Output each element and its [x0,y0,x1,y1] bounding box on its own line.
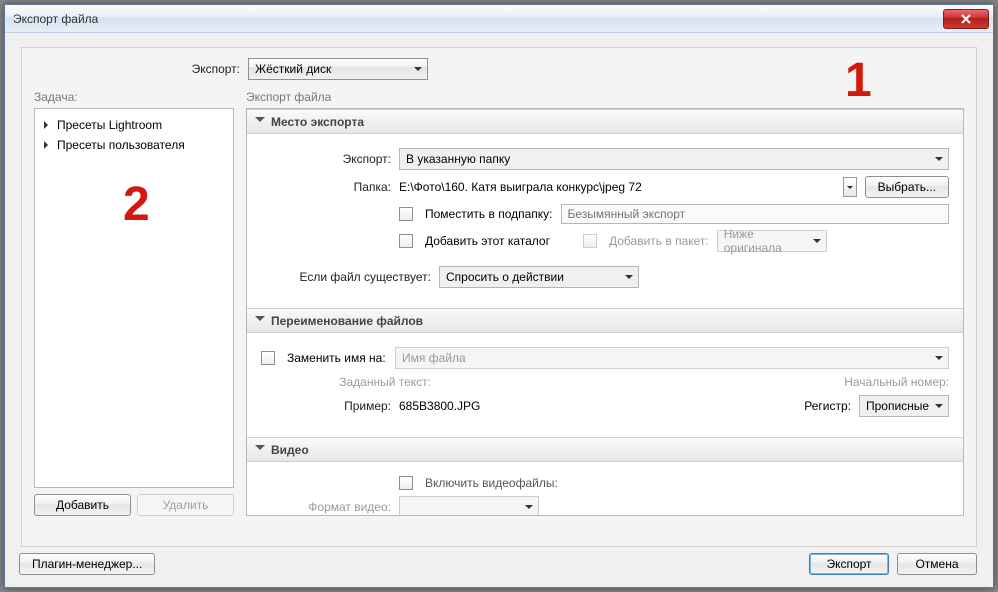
subfolder-input[interactable] [561,204,949,224]
chevron-down-icon [255,441,265,458]
preset-item-lightroom[interactable]: Пресеты Lightroom [39,115,229,135]
add-catalog-checkbox[interactable] [399,234,413,248]
title-bar: Экспорт файла [5,5,993,33]
section-video-header[interactable]: Видео [247,437,963,462]
video-format-label: Формат видео: [261,500,391,514]
window-title: Экспорт файла [13,12,943,26]
export-target-label: Экспорт: [34,62,240,76]
section-rename-body: Заменить имя на: Имя файла Заданный текс… [247,333,963,437]
cancel-button[interactable]: Отмена [897,553,977,575]
plugin-manager-button[interactable]: Плагин-менеджер... [19,553,155,575]
settings-scroll-area[interactable]: Место экспорта Экспорт: В указанную папк… [246,108,964,516]
remove-preset-button: Удалить [137,494,234,516]
export-dialog: Экспорт файла Экспорт: Жёсткий диск Зада… [4,4,994,588]
inner-frame: Экспорт: Жёсткий диск Задача: Пресеты Li… [21,47,977,547]
custom-text-label: Заданный текст: [261,375,431,389]
include-video-checkbox[interactable] [399,476,413,490]
existing-file-value: Спросить о действии [446,270,564,284]
rename-label: Заменить имя на: [287,351,387,365]
section-video-title: Видео [271,443,309,457]
rename-template-value: Имя файла [402,351,466,365]
export-target-row: Экспорт: Жёсткий диск [34,58,964,80]
chevron-down-icon [255,312,265,329]
case-dropdown[interactable]: Прописные [859,395,949,417]
dialog-content: Экспорт: Жёсткий диск Задача: Пресеты Li… [5,33,993,587]
export-target-value: Жёсткий диск [255,62,331,76]
section-location-header[interactable]: Место экспорта [247,109,963,134]
annotation-number-2: 2 [123,177,150,232]
export-target-dropdown[interactable]: Жёсткий диск [248,58,428,80]
chevron-down-icon [255,113,265,130]
preset-item-user[interactable]: Пресеты пользователя [39,135,229,155]
section-location-title: Место экспорта [271,115,364,129]
folder-history-dropdown[interactable] [843,177,857,197]
add-preset-button[interactable]: Добавить [34,494,131,516]
subfolder-label: Поместить в подпапку: [425,207,553,221]
stack-position-value: Ниже оригинала [724,227,808,255]
folder-path: E:\Фото\160. Катя выиграла конкурс\jpeg … [399,180,835,194]
case-value: Прописные [866,399,929,413]
add-catalog-label: Добавить этот каталог [425,234,575,248]
existing-file-label: Если файл существует: [261,270,431,284]
subfolder-checkbox[interactable] [399,207,413,221]
example-label: Пример: [261,399,391,413]
case-label: Регистр: [804,399,851,413]
close-button[interactable] [943,9,989,29]
preset-header: Задача: [34,90,234,104]
video-format-dropdown [399,496,539,516]
add-stack-label: Добавить в пакет: [609,234,709,248]
two-columns: Задача: Пресеты Lightroom Пресеты пользо… [34,90,964,516]
add-stack-checkbox [583,234,597,248]
folder-label: Папка: [261,180,391,194]
settings-column: Экспорт файла Место экспорта Экспорт: В … [246,90,964,516]
choose-folder-button[interactable]: Выбрать... [865,176,949,198]
preset-column: Задача: Пресеты Lightroom Пресеты пользо… [34,90,234,516]
export-button[interactable]: Экспорт [809,553,889,575]
rename-checkbox[interactable] [261,351,275,365]
section-rename-title: Переименование файлов [271,314,423,328]
export-to-value: В указанную папку [406,152,510,166]
dialog-footer: Плагин-менеджер... Экспорт Отмена [19,553,977,575]
annotation-number-1: 1 [845,53,872,108]
export-to-dropdown[interactable]: В указанную папку [399,148,949,170]
preset-list[interactable]: Пресеты Lightroom Пресеты пользователя [34,108,234,488]
export-to-label: Экспорт: [261,152,391,166]
section-rename-header[interactable]: Переименование файлов [247,308,963,333]
section-location-body: Экспорт: В указанную папку Папка: E:\Фот… [247,134,963,308]
section-video-body: Включить видеофайлы: Формат видео: [247,462,963,516]
start-number-label: Начальный номер: [819,375,949,389]
example-value: 685B3800.JPG [399,399,480,413]
include-video-label: Включить видеофайлы: [425,476,558,490]
stack-position-dropdown: Ниже оригинала [717,230,827,252]
rename-template-dropdown: Имя файла [395,347,949,369]
existing-file-dropdown[interactable]: Спросить о действии [439,266,639,288]
